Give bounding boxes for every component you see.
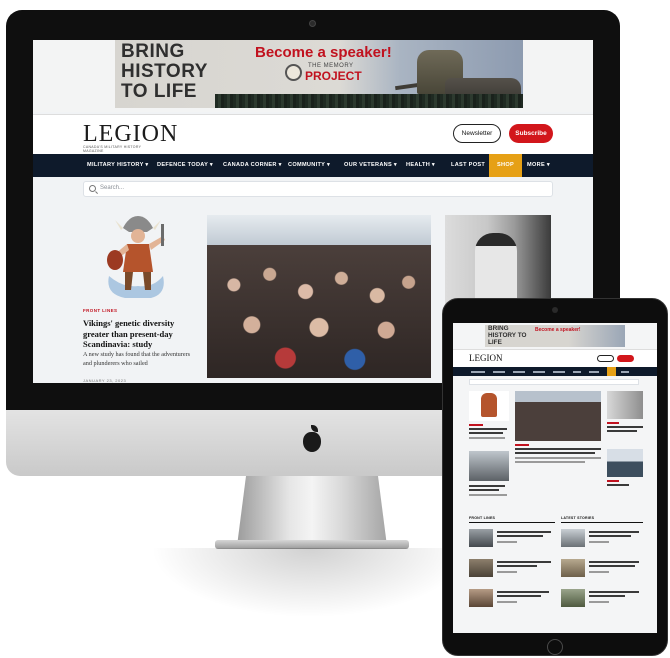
imac-stand <box>237 476 387 546</box>
site-header: LEGION CANADA'S MILITARY HISTORY MAGAZIN… <box>33 114 593 154</box>
nav-our-veterans[interactable]: OUR VETERANS ▾ <box>344 154 397 177</box>
nav-defence-today[interactable]: DEFENCE TODAY ▾ <box>157 154 213 177</box>
tablet-website: BRING HISTORY TO LIFE Become a speaker! … <box>453 323 657 633</box>
tablet-ad-cta: Become a speaker! <box>535 327 581 333</box>
tablet-story-thumb[interactable] <box>469 529 493 547</box>
imac-shadow <box>150 548 470 618</box>
ad-headline: BRING HISTORY TO LIFE <box>121 41 208 102</box>
tablet-latest-stories-heading[interactable]: LATEST STORIES <box>561 516 594 520</box>
tablet-story-thumb[interactable] <box>469 589 493 607</box>
tablet-story-thumb[interactable] <box>561 529 585 547</box>
search-icon <box>89 185 96 192</box>
ad-strip: BRING HISTORY TO LIFE Become a speaker! … <box>33 40 593 112</box>
tablet-story-thumb[interactable] <box>561 559 585 577</box>
ipad-camera <box>552 307 558 313</box>
ad-cta: Become a speaker! <box>255 44 392 61</box>
subscribe-button[interactable]: Subscribe <box>509 124 553 143</box>
tablet-nav-shop[interactable] <box>607 367 616 376</box>
site-tagline: CANADA'S MILITARY HISTORY MAGAZINE <box>83 145 142 153</box>
nav-shop[interactable]: SHOP <box>489 154 523 177</box>
tablet-ad-headline: BRING HISTORY TO LIFE <box>488 325 527 346</box>
ipad-device: BRING HISTORY TO LIFE Become a speaker! … <box>442 298 668 656</box>
ad-logo: PROJECT <box>305 69 362 83</box>
tablet-logo[interactable]: LEGION <box>469 353 503 363</box>
feature-excerpt: A new study has found that the adventure… <box>83 351 191 367</box>
tablet-soldier-thumb[interactable] <box>607 391 643 419</box>
nav-military-history[interactable]: MILITARY HISTORY ▾ <box>87 154 148 177</box>
feature-kicker[interactable]: FRONT LINES <box>83 308 117 313</box>
search-bar[interactable]: Search... <box>83 181 553 197</box>
tablet-banner-ad[interactable]: BRING HISTORY TO LIFE Become a speaker! <box>485 325 625 347</box>
feature-card[interactable]: FRONT LINES Vikings' genetic diversity g… <box>83 208 193 383</box>
tablet-subscribe-button[interactable] <box>617 355 634 362</box>
nav-last-post[interactable]: LAST POST <box>451 154 485 177</box>
tablet-viking-thumb[interactable] <box>469 391 509 421</box>
main-nav: MILITARY HISTORY ▾ DEFENCE TODAY ▾ CANAD… <box>33 154 593 177</box>
tablet-harbour-thumb[interactable] <box>607 449 643 477</box>
ad-treeline-graphic <box>215 94 523 108</box>
nav-community[interactable]: COMMUNITY ▾ <box>288 154 330 177</box>
tablet-front-lines-heading[interactable]: FRONT LINES <box>469 516 495 520</box>
newsletter-button[interactable]: Newsletter <box>453 124 501 143</box>
apple-logo-icon <box>301 424 323 452</box>
tablet-story-thumb[interactable] <box>561 589 585 607</box>
nav-canada-corner[interactable]: CANADA CORNER ▾ <box>223 154 282 177</box>
nav-health[interactable]: HEALTH ▾ <box>406 154 435 177</box>
feature-headline[interactable]: Vikings' genetic diversity greater than … <box>83 318 193 350</box>
hero-crowd-photo[interactable] <box>207 215 431 378</box>
memory-project-badge-icon <box>285 64 302 81</box>
tablet-hero-photo[interactable] <box>515 391 601 441</box>
hero-crowd <box>207 245 431 378</box>
tablet-search-bar[interactable] <box>469 379 639 385</box>
viking-illustration <box>107 216 165 298</box>
tablet-battle-thumb[interactable] <box>469 451 509 481</box>
imac-camera <box>309 20 316 27</box>
tablet-nav <box>453 367 657 376</box>
search-placeholder: Search... <box>100 185 125 191</box>
tablet-newsletter-button[interactable] <box>597 355 614 362</box>
tablet-story-thumb[interactable] <box>469 559 493 577</box>
site-logo[interactable]: LEGION <box>83 121 178 148</box>
feature-date: JANUARY 23, 2023 <box>83 378 127 383</box>
ipad-home-button[interactable] <box>547 639 563 655</box>
tablet-header: LEGION <box>453 349 657 367</box>
nav-more[interactable]: MORE ▾ <box>527 154 550 177</box>
banner-ad[interactable]: BRING HISTORY TO LIFE Become a speaker! … <box>115 40 523 108</box>
